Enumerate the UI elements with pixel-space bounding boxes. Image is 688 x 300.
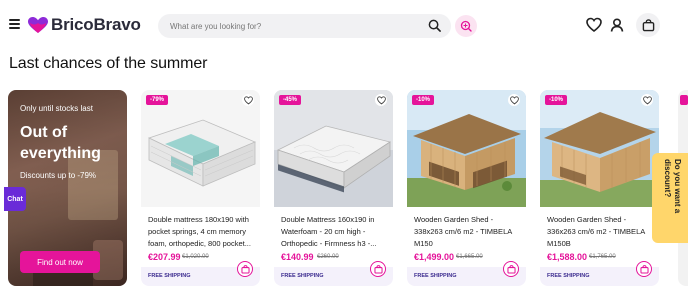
shipping-label: FREE SHIPPING bbox=[148, 273, 191, 279]
product-name[interactable]: Double mattress 180x190 with pocket spri… bbox=[148, 214, 256, 250]
cart-icon bbox=[373, 264, 383, 274]
cart-icon bbox=[506, 264, 516, 274]
favorite-button[interactable] bbox=[641, 94, 653, 106]
promo-subtext: Discounts up to -79% bbox=[20, 171, 97, 180]
discount-badge: -79% bbox=[146, 95, 169, 105]
cart-icon bbox=[639, 264, 649, 274]
heart-icon bbox=[376, 95, 386, 104]
site-header: BricoBravo bbox=[0, 0, 688, 50]
product-card[interactable]: -79% Double mattress 180x190 with pocket… bbox=[141, 90, 260, 286]
find-out-now-button[interactable]: Find out now bbox=[20, 251, 100, 273]
product-card[interactable]: -45% Double Mattress 160x190 in Waterfoa… bbox=[274, 90, 393, 286]
add-to-cart-button[interactable] bbox=[237, 261, 253, 277]
product-image[interactable]: -45% bbox=[274, 90, 393, 207]
heart-icon bbox=[243, 95, 253, 104]
heart-icon bbox=[642, 95, 652, 104]
shipping-label: FREE SHIPPING bbox=[414, 273, 457, 279]
product-image[interactable]: -10% bbox=[407, 90, 526, 207]
visual-search-icon bbox=[460, 20, 472, 32]
heart-icon[interactable] bbox=[586, 17, 602, 33]
product-old-price: €1,665.00 bbox=[456, 254, 483, 260]
cart-icon bbox=[240, 264, 250, 274]
add-to-cart-button[interactable] bbox=[370, 261, 386, 277]
search-icon[interactable] bbox=[428, 19, 441, 32]
heart-icon bbox=[509, 95, 519, 104]
shipping-label: FREE SHIPPING bbox=[547, 273, 590, 279]
search-bar[interactable] bbox=[158, 14, 451, 38]
discount-tab-label: Do you want a discount? bbox=[663, 159, 682, 214]
discount-badge bbox=[680, 95, 688, 105]
cart-icon bbox=[642, 18, 654, 31]
product-name[interactable]: Double Mattress 160x190 in Waterfoam - 2… bbox=[281, 214, 389, 250]
mattress-image bbox=[141, 90, 260, 207]
cart-button[interactable] bbox=[636, 13, 660, 37]
menu-icon[interactable] bbox=[9, 19, 20, 29]
product-price: €140.99 bbox=[281, 252, 314, 262]
user-icon[interactable] bbox=[609, 17, 625, 33]
product-old-price: €1,765.00 bbox=[589, 254, 616, 260]
garden-shed-image bbox=[540, 90, 659, 207]
product-price: €1,588.00 bbox=[547, 252, 588, 262]
section-title: Last chances of the summer bbox=[9, 55, 208, 72]
favorite-button[interactable] bbox=[508, 94, 520, 106]
heart-logo-icon bbox=[28, 16, 48, 33]
garden-shed-image bbox=[407, 90, 526, 207]
discount-badge: -10% bbox=[545, 95, 568, 105]
discount-badge: -10% bbox=[412, 95, 435, 105]
promo-banner[interactable]: Only until stocks last Out of everything… bbox=[8, 90, 127, 286]
product-card[interactable]: -10% Wooden Garden Shed - 336x263 cm/6 m… bbox=[540, 90, 659, 286]
favorite-button[interactable] bbox=[242, 94, 254, 106]
promo-kicker: Only until stocks last bbox=[20, 104, 93, 113]
product-price: €1,499.00 bbox=[414, 252, 455, 262]
discount-badge: -45% bbox=[279, 95, 302, 105]
product-name[interactable]: Wooden Garden Shed - 338x263 cm/6 m2 - T… bbox=[414, 214, 522, 250]
visual-search-button[interactable] bbox=[455, 15, 477, 37]
favorite-button[interactable] bbox=[375, 94, 387, 106]
brand-logo[interactable]: BricoBravo bbox=[28, 15, 141, 35]
product-old-price: €260.00 bbox=[317, 254, 339, 260]
chat-button[interactable]: Chat bbox=[4, 187, 26, 211]
mattress-image bbox=[274, 90, 393, 207]
add-to-cart-button[interactable] bbox=[503, 261, 519, 277]
product-old-price: €1,020.00 bbox=[182, 254, 209, 260]
shipping-label: FREE SHIPPING bbox=[281, 273, 324, 279]
product-image[interactable]: -79% bbox=[141, 90, 260, 207]
discount-tab[interactable]: Do you want a discount? bbox=[652, 153, 688, 243]
brand-name: BricoBravo bbox=[51, 15, 141, 34]
product-price: €207.99 bbox=[148, 252, 181, 262]
product-card[interactable]: -10% Wooden Garden Shed - 338x263 cm/6 m… bbox=[407, 90, 526, 286]
search-input[interactable] bbox=[170, 21, 420, 31]
promo-headline: Out of everything bbox=[20, 124, 101, 162]
add-to-cart-button[interactable] bbox=[636, 261, 652, 277]
product-name[interactable]: Wooden Garden Shed - 336x263 cm/6 m2 - T… bbox=[547, 214, 655, 250]
product-image[interactable]: -10% bbox=[540, 90, 659, 207]
